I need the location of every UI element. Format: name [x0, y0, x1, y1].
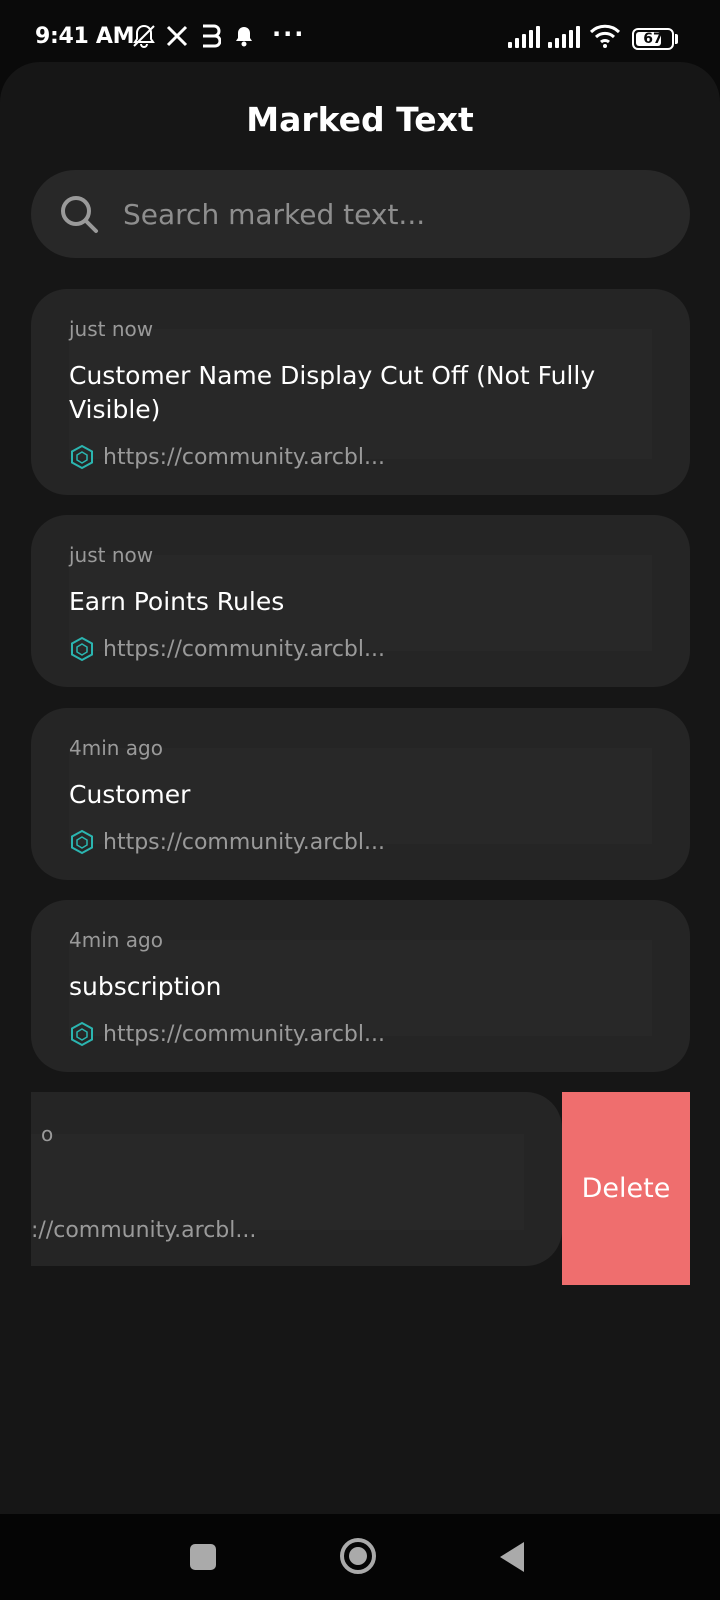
back-icon[interactable]: [500, 1542, 524, 1572]
item-time: 4min ago: [69, 928, 163, 952]
status-bar: 9:41 AM ··· 67: [0, 0, 720, 62]
item-title: Customer: [69, 780, 191, 809]
bell-icon: [232, 22, 256, 50]
item-link-text: https://community.arcbl...: [103, 829, 385, 855]
arcblock-logo-icon: [71, 829, 93, 855]
item-time: o: [41, 1122, 54, 1146]
battery-level: 67: [643, 31, 663, 47]
marked-text-item-swiped[interactable]: o ://community.arcbl...: [31, 1092, 562, 1266]
item-link-text: https://community.arcbl...: [103, 636, 385, 662]
app-icon: [198, 22, 222, 50]
item-link[interactable]: https://community.arcbl...: [69, 1020, 385, 1048]
navigation-bar: [0, 1514, 720, 1600]
arcblock-logo-icon: [71, 636, 93, 662]
wifi-icon: [588, 22, 622, 50]
item-link-text: ://community.arcbl...: [31, 1217, 257, 1243]
x-logo-icon: [165, 22, 189, 50]
item-title: Earn Points Rules: [69, 587, 285, 616]
marked-text-item[interactable]: just now Customer Name Display Cut Off (…: [31, 289, 690, 495]
search-icon: [61, 196, 98, 233]
item-time: just now: [69, 543, 154, 567]
item-link-text: https://community.arcbl...: [103, 444, 385, 470]
more-icon: ···: [272, 20, 306, 48]
item-link[interactable]: https://community.arcbl...: [69, 443, 385, 471]
item-title: subscription: [69, 972, 222, 1001]
marked-text-item[interactable]: just now Earn Points Rules https://commu…: [31, 515, 690, 687]
marked-text-item[interactable]: 4min ago subscription https://community.…: [31, 900, 690, 1072]
search-input[interactable]: [123, 170, 663, 258]
status-time: 9:41 AM: [35, 24, 135, 49]
swiped-item-clip: o ://community.arcbl...: [31, 1092, 562, 1266]
signal-icon: [508, 26, 542, 48]
item-time: just now: [69, 317, 154, 341]
item-link-text: https://community.arcbl...: [103, 1021, 385, 1047]
item-link[interactable]: https://community.arcbl...: [69, 828, 385, 856]
item-time: 4min ago: [69, 736, 163, 760]
item-link[interactable]: ://community.arcbl...: [31, 1216, 256, 1244]
marked-text-item[interactable]: 4min ago Customer https://community.arcb…: [31, 708, 690, 880]
arcblock-logo-icon: [71, 444, 93, 470]
search-bar[interactable]: [31, 170, 690, 258]
arcblock-logo-icon: [71, 1021, 93, 1047]
item-link[interactable]: https://community.arcbl...: [69, 635, 385, 663]
home-icon[interactable]: [340, 1538, 376, 1574]
delete-button[interactable]: Delete: [562, 1092, 690, 1285]
item-title: Customer Name Display Cut Off (Not Fully…: [69, 361, 596, 424]
mute-bell-icon: [130, 22, 158, 50]
recents-icon[interactable]: [190, 1544, 216, 1570]
signal-icon-2: [548, 26, 582, 48]
page-title: Marked Text: [246, 100, 474, 139]
